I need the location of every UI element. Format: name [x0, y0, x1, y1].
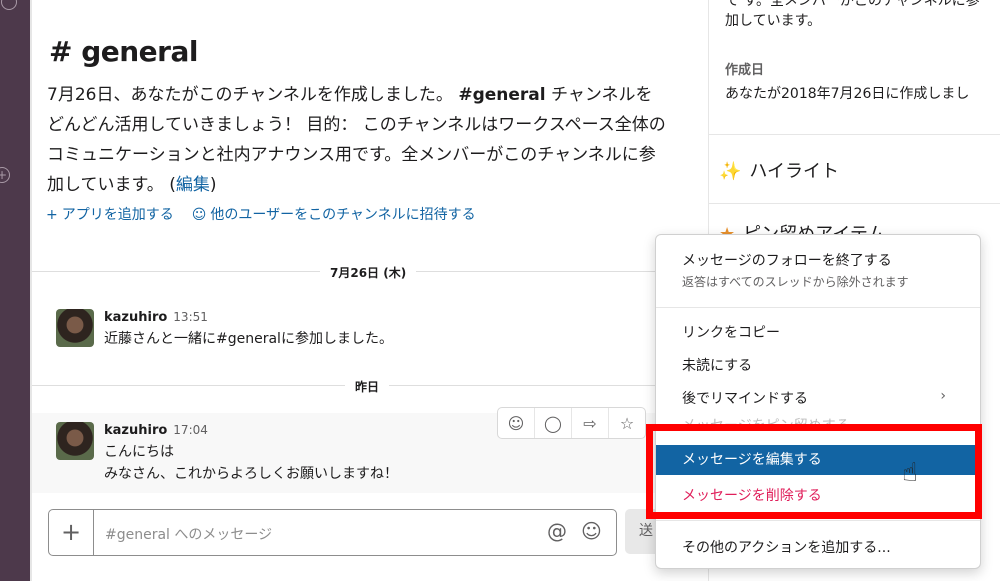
- menu-item-copy-link[interactable]: リンクをコピー: [656, 322, 980, 342]
- message-author[interactable]: kazuhiro 17:04: [104, 423, 208, 438]
- intro-text: 7月26日、あなたがこのチャンネルを作成しました。: [47, 85, 453, 105]
- message-input[interactable]: #general へのメッセージ: [105, 524, 272, 544]
- created-value: あなたが2018年7月26日に作成しまし: [725, 86, 970, 102]
- menu-item-unfollow[interactable]: メッセージのフォローを終了する 返答はすべてのスレッドから除外されます: [656, 250, 980, 290]
- add-reaction-icon[interactable]: ☺: [498, 408, 535, 438]
- channel-intro: 7月26日、あなたがこのチャンネルを作成しました。 #general チャンネル…: [47, 80, 669, 200]
- star-icon[interactable]: ☆: [609, 408, 645, 438]
- channel-actions: + アプリを追加する ☺ 他のユーザーをこのチャンネルに招待する: [46, 204, 476, 224]
- menu-item-mark-unread[interactable]: 未読にする: [656, 355, 980, 375]
- message-text-line: みなさん、これからよろしくお願いしますね！: [104, 466, 398, 482]
- intro-close: ): [209, 175, 217, 195]
- user-icon: ☺: [191, 207, 207, 223]
- panel-separator: [709, 203, 1000, 204]
- add-workspace-icon[interactable]: [1, 0, 17, 10]
- menu-separator: [656, 307, 980, 308]
- message-author[interactable]: kazuhiro 13:51: [104, 310, 208, 325]
- panel-separator: [709, 134, 1000, 135]
- message-composer[interactable]: + #general へのメッセージ @ ☺: [48, 509, 617, 556]
- invite-users-link[interactable]: ☺ 他のユーザーをこのチャンネルに招待する: [192, 204, 476, 224]
- share-message-icon[interactable]: ⇨: [572, 408, 609, 438]
- message-timestamp[interactable]: 17:04: [173, 423, 208, 437]
- workspace-sidebar: +: [0, 0, 30, 581]
- avatar[interactable]: [56, 309, 94, 347]
- channel-purpose-text-line2: 加しています。: [725, 13, 822, 29]
- channel-mention[interactable]: #general: [458, 85, 545, 105]
- message-text-line: こんにちは: [104, 444, 174, 460]
- day-divider-label: 昨日: [345, 378, 390, 395]
- created-label: 作成日: [725, 63, 765, 78]
- menu-separator: [656, 520, 980, 521]
- chevron-right-icon: ›: [940, 388, 946, 404]
- menu-item-subtext: 返答はすべてのスレッドから除外されます: [682, 275, 909, 289]
- channel-title: # general: [49, 35, 198, 68]
- sparkle-icon: ✨: [719, 161, 742, 182]
- emoji-icon[interactable]: ☺: [581, 519, 602, 543]
- menu-item-more-actions[interactable]: その他のアクションを追加する...: [656, 537, 980, 557]
- annotation-highlight-frame: [646, 424, 982, 519]
- plus-icon: +: [46, 207, 58, 223]
- hand-cursor-icon: ☝: [902, 458, 918, 488]
- menu-item-remind-later[interactable]: 後でリマインドする ›: [656, 388, 980, 408]
- add-channel-icon[interactable]: +: [0, 167, 10, 183]
- avatar[interactable]: [56, 422, 94, 460]
- mention-icon[interactable]: @: [547, 519, 567, 543]
- message-actions-toolbar: ☺ ◯ ⇨ ☆: [497, 407, 646, 439]
- message-timestamp[interactable]: 13:51: [173, 310, 208, 324]
- start-thread-icon[interactable]: ◯: [535, 408, 572, 438]
- highlights-section[interactable]: ✨ ハイライト: [719, 157, 839, 183]
- sidebar-divider: [30, 0, 32, 581]
- message-text: 近藤さんと一緒に#generalに参加しました。: [104, 331, 393, 347]
- add-app-link[interactable]: + アプリを追加する: [46, 204, 174, 224]
- edit-purpose-link[interactable]: 編集: [176, 175, 210, 195]
- day-divider-label: 7月26日 (木): [320, 264, 417, 281]
- attach-plus-icon[interactable]: +: [49, 510, 94, 555]
